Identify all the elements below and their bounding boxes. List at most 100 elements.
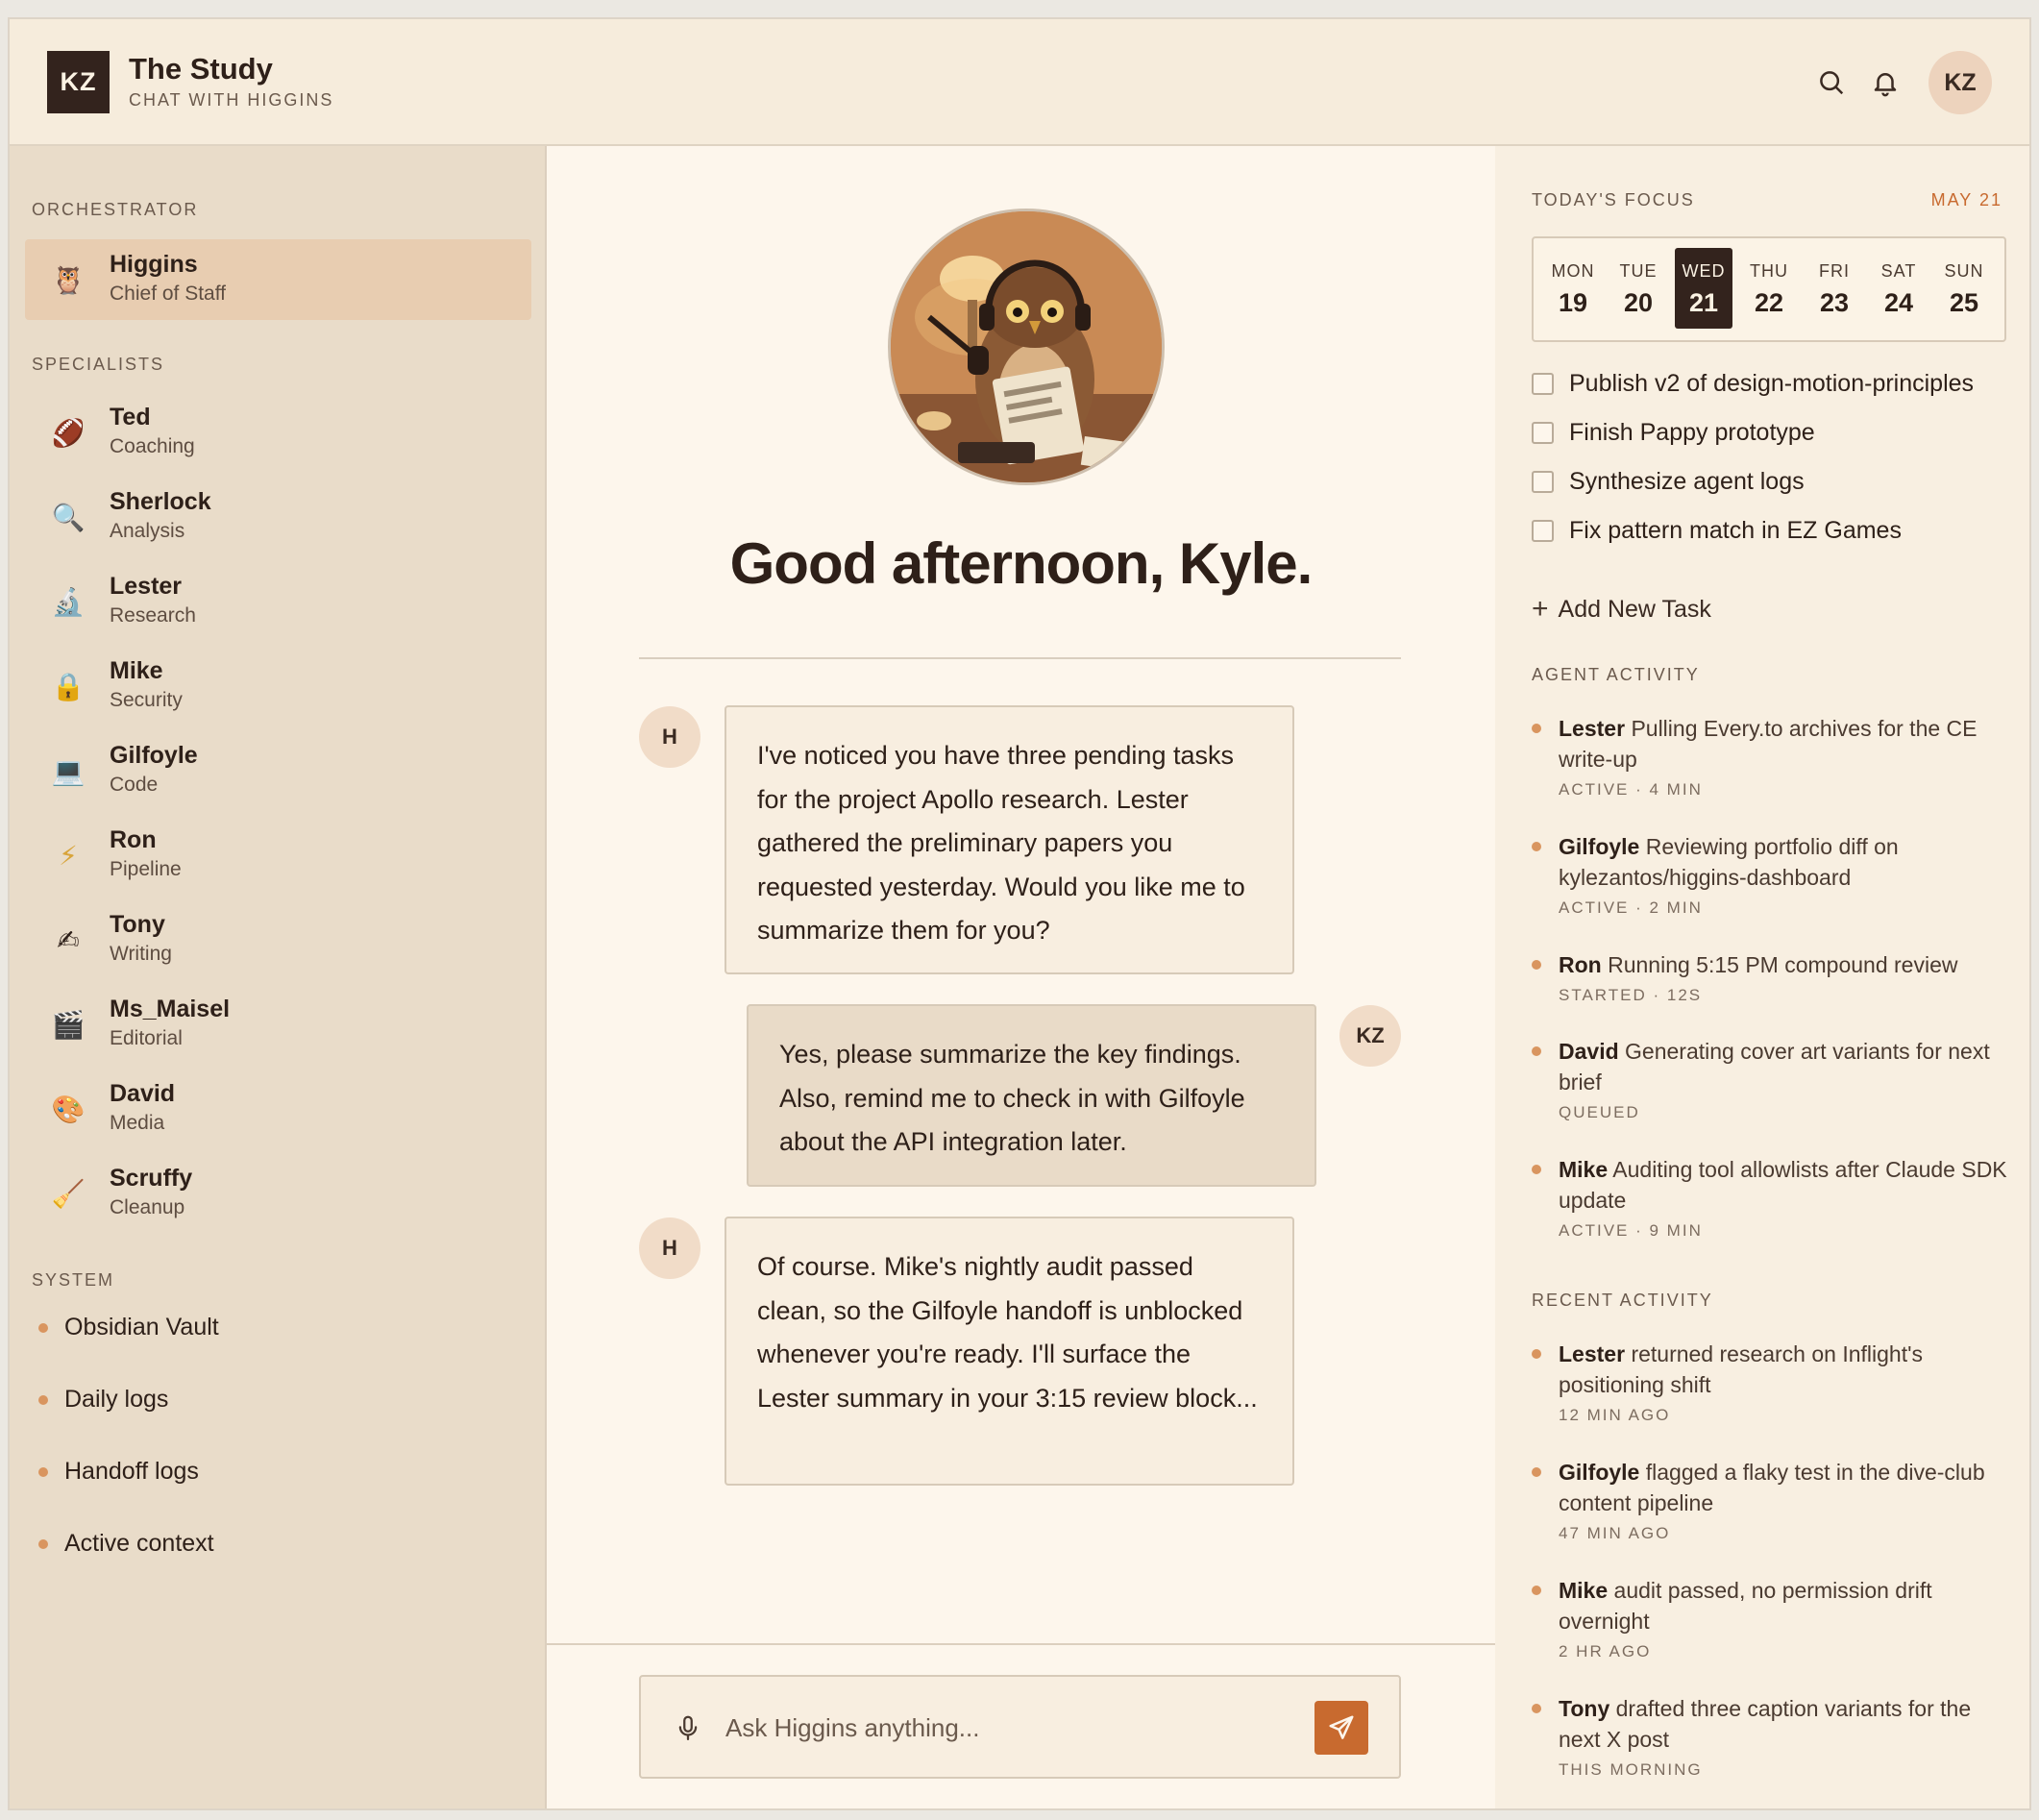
calendar-day-tue[interactable]: TUE 20: [1609, 248, 1667, 329]
activity-item[interactable]: Gilfoyle Reviewing portfolio diff on kyl…: [1532, 831, 2012, 918]
agent-role: Analysis: [110, 520, 185, 542]
activity-item[interactable]: Ron Running 5:15 PM compound review STAR…: [1532, 949, 2012, 1005]
recent-agent: Tony: [1559, 1696, 1610, 1721]
activity-agent: David: [1559, 1039, 1619, 1064]
sidebar-item-lester[interactable]: 🔬 Lester Research: [25, 561, 531, 642]
status-dot: [1532, 1467, 1541, 1477]
sidebar-item-ms-maisel[interactable]: 🎬 Ms_Maisel Editorial: [25, 984, 531, 1065]
day-date: 24: [1883, 288, 1914, 317]
activity-item[interactable]: Mike Auditing tool allowlists after Clau…: [1532, 1154, 2012, 1241]
activity-item[interactable]: David Generating cover art variants for …: [1532, 1036, 2012, 1122]
day-name: MON: [1551, 261, 1595, 281]
system-item-label: Handoff logs: [64, 1458, 199, 1485]
sidebar-item-scruffy[interactable]: 🧹 Scruffy Cleanup: [25, 1153, 531, 1234]
status-dot: [1532, 1165, 1541, 1174]
chat-input[interactable]: [725, 1706, 1283, 1750]
search-icon[interactable]: [1814, 65, 1849, 100]
agent-role: Chief of Staff: [110, 283, 227, 305]
sidebar-item-ron[interactable]: ⚡ Ron Pipeline: [25, 815, 531, 896]
agent-role: Cleanup: [110, 1196, 185, 1218]
task-checkbox[interactable]: [1532, 520, 1554, 542]
calendar-day-thu[interactable]: THU 22: [1740, 248, 1798, 329]
add-task-label: Add New Task: [1558, 595, 1711, 623]
system-label: SYSTEM: [32, 1270, 115, 1290]
sidebar-item-david[interactable]: 🎨 David Media: [25, 1069, 531, 1149]
recent-item[interactable]: Lester returned research on Inflight's p…: [1532, 1339, 2012, 1425]
agent-name: Tony: [110, 911, 165, 938]
task-checkbox[interactable]: [1532, 373, 1554, 395]
broom-icon: 🧹: [51, 1178, 86, 1209]
task-item[interactable]: Finish Pappy prototype: [1532, 419, 1815, 447]
microphone-icon[interactable]: [674, 1712, 702, 1743]
activity-meta: ACTIVE · 2 MIN: [1559, 898, 1703, 917]
sidebar-item-tony[interactable]: ✍ Tony Writing: [25, 899, 531, 980]
day-name: WED: [1682, 261, 1726, 281]
agent-role: Coaching: [110, 435, 195, 457]
chat-composer: [639, 1675, 1401, 1779]
lightning-icon: ⚡: [59, 840, 78, 871]
agent-name: Lester: [110, 573, 183, 600]
calendar-day-sat[interactable]: SAT 24: [1870, 248, 1928, 329]
todays-focus-label: TODAY'S FOCUS: [1532, 190, 1695, 209]
activity-item[interactable]: Lester Pulling Every.to archives for the…: [1532, 713, 2012, 799]
agent-name: Higgins: [110, 251, 198, 278]
task-checkbox[interactable]: [1532, 422, 1554, 444]
recent-item[interactable]: Gilfoyle flagged a flaky test in the div…: [1532, 1457, 2012, 1543]
system-item-obsidian-vault[interactable]: Obsidian Vault: [38, 1314, 219, 1341]
task-item[interactable]: Synthesize agent logs: [1532, 468, 1805, 496]
day-name: FRI: [1819, 261, 1850, 281]
calendar-day-mon[interactable]: MON 19: [1544, 248, 1602, 329]
football-icon: 🏈: [51, 417, 86, 448]
orchestrator-label: ORCHESTRATOR: [32, 200, 199, 219]
user-avatar[interactable]: KZ: [1928, 51, 1992, 114]
lock-icon: 🔒: [51, 671, 86, 701]
agent-name: Gilfoyle: [110, 742, 198, 769]
sidebar-item-gilfoyle[interactable]: 💻 Gilfoyle Code: [25, 730, 531, 811]
task-item[interactable]: Fix pattern match in EZ Games: [1532, 517, 1902, 545]
sidebar-item-higgins[interactable]: 🦉 Higgins Chief of Staff: [25, 239, 531, 320]
task-item[interactable]: Publish v2 of design-motion-principles: [1532, 370, 1974, 398]
calendar-day-fri[interactable]: FRI 23: [1806, 248, 1863, 329]
agent-role: Research: [110, 604, 196, 627]
magnifier-icon: 🔍: [51, 502, 86, 532]
system-item-active-context[interactable]: Active context: [38, 1530, 214, 1558]
send-button[interactable]: [1314, 1701, 1368, 1755]
activity-meta: QUEUED: [1559, 1103, 1640, 1121]
agent-name: Ron: [110, 826, 157, 853]
agent-name: David: [110, 1080, 176, 1107]
recent-item[interactable]: Mike audit passed, no permission drift o…: [1532, 1575, 2012, 1661]
specialists-label: SPECIALISTS: [32, 355, 165, 374]
divider: [639, 657, 1401, 659]
sidebar-item-sherlock[interactable]: 🔍 Sherlock Analysis: [25, 477, 531, 557]
bullet-dot: [38, 1538, 48, 1549]
agent-role: Editorial: [110, 1027, 183, 1049]
calendar-day-sun[interactable]: SUN 25: [1935, 248, 1993, 329]
writing-hand-icon: ✍: [57, 924, 80, 955]
agent-name: Ms_Maisel: [110, 996, 231, 1022]
bell-icon[interactable]: [1868, 65, 1903, 100]
plus-icon: +: [1532, 593, 1549, 625]
activity-meta: ACTIVE · 9 MIN: [1559, 1221, 1703, 1240]
sidebar-item-mike[interactable]: 🔒 Mike Security: [25, 646, 531, 726]
message-bubble-higgins: Of course. Mike's nightly audit passed c…: [725, 1217, 1294, 1486]
status-dot: [1532, 1586, 1541, 1595]
activity-meta: ACTIVE · 4 MIN: [1559, 780, 1703, 799]
recent-text: drafted three caption variants for the n…: [1559, 1696, 1972, 1752]
status-dot: [1532, 960, 1541, 970]
recent-agent: Lester: [1559, 1341, 1626, 1366]
app-logo[interactable]: KZ: [47, 51, 110, 113]
add-task-button[interactable]: + Add New Task: [1532, 593, 1711, 626]
system-item-label: Daily logs: [64, 1386, 169, 1413]
calendar-day-wed[interactable]: WED 21: [1675, 248, 1732, 329]
higgins-avatar: H: [639, 1217, 700, 1279]
system-item-handoff-logs[interactable]: Handoff logs: [38, 1458, 199, 1486]
task-checkbox[interactable]: [1532, 471, 1554, 493]
system-item-daily-logs[interactable]: Daily logs: [38, 1386, 168, 1414]
day-date: 20: [1623, 288, 1654, 317]
system-item-label: Obsidian Vault: [64, 1314, 219, 1340]
greeting-heading: Good afternoon, Kyle.: [729, 531, 1314, 596]
right-panel: TODAY'S FOCUS MAY 21 MON 19 TUE 20 WED 21 T…: [1495, 146, 2029, 1808]
status-dot: [1532, 724, 1541, 733]
recent-item[interactable]: Tony drafted three caption variants for …: [1532, 1693, 2012, 1780]
sidebar-item-ted[interactable]: 🏈 Ted Coaching: [25, 392, 531, 473]
